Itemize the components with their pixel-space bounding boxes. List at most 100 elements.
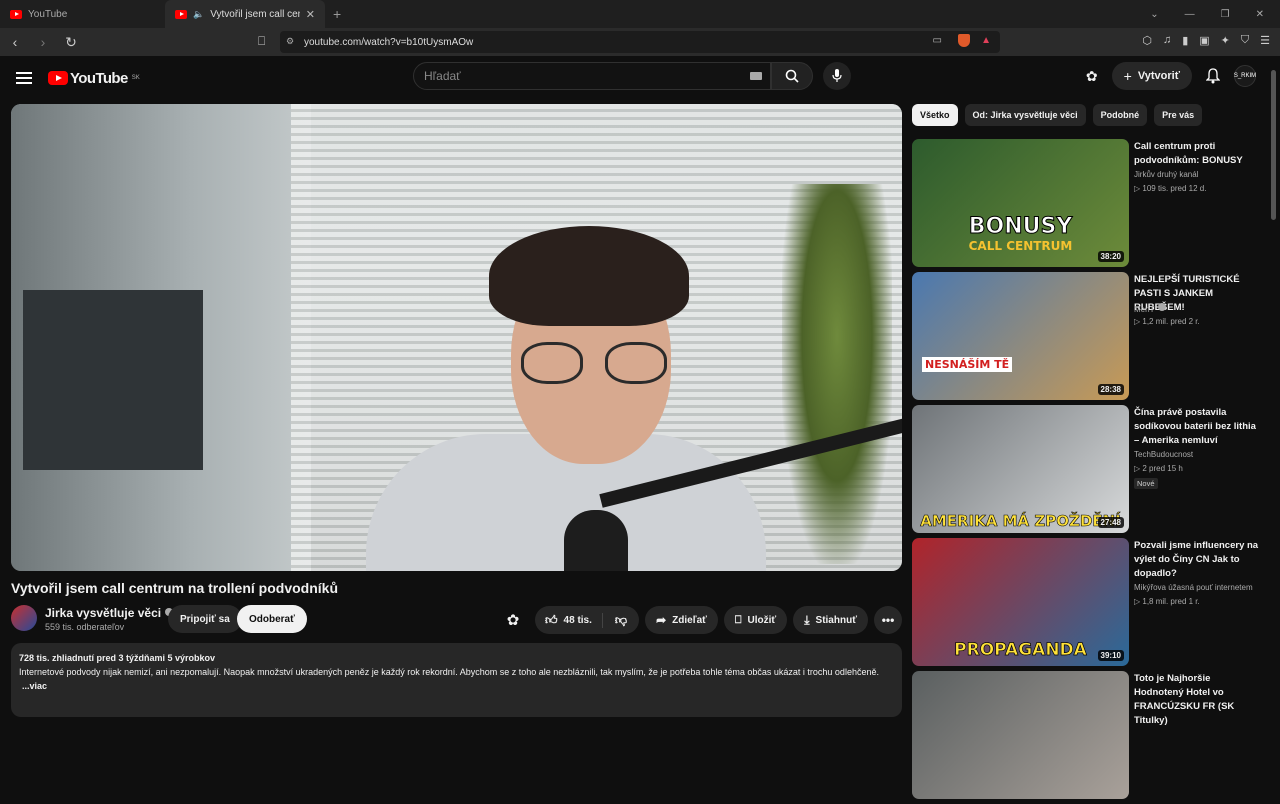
video-thumbnail[interactable]: AMERIKA MÁ ZPOŽDĚNÍ 27:48 [912, 405, 1129, 533]
youtube-header: YouTube SK Hľadať ✿ + Vytvoriť S_RKIM [0, 56, 1280, 100]
avatar-text: S_RKIM [1233, 73, 1257, 79]
recommended-video[interactable]: AMERIKA MÁ ZPOŽDĚNÍ 27:48 Čína právě pos… [912, 405, 1262, 538]
recommended-title[interactable]: Call centrum proti podvodníkům: BONUSY [1134, 140, 1260, 168]
show-more-link[interactable]: ...viac [19, 679, 894, 693]
voice-search-button[interactable] [823, 62, 851, 90]
keyboard-icon[interactable] [750, 72, 762, 80]
chip-all[interactable]: Všetko [912, 104, 958, 126]
channel-row: Jirka vysvětluje věci 559 tis. odberateľ… [11, 604, 902, 636]
address-bar[interactable]: ⚙ youtube.com/watch?v=b10tUysmAOw ▭ ▲ [280, 31, 1000, 53]
recommended-video[interactable]: Toto je Najhoršie Hodnotený Hotel vo FRA… [912, 671, 1262, 804]
header-right: ✿ + Vytvoriť S_RKIM [1086, 62, 1256, 90]
ask-sparkle-button[interactable]: ✿ [501, 606, 525, 634]
recommended-title[interactable]: Pozvali jsme influencery na výlet do Čín… [1134, 539, 1260, 581]
join-button[interactable]: Pripojiť sa [168, 605, 242, 633]
recommended-title[interactable]: Čína právě postavila sodíkovou baterii b… [1134, 406, 1260, 448]
extensions-icon[interactable]: ⬡ [1142, 34, 1152, 47]
search-button[interactable] [771, 62, 813, 90]
brave-shield-icon[interactable] [958, 34, 970, 47]
verified-icon [1158, 303, 1167, 311]
new-tab-icon[interactable]: + [333, 6, 341, 22]
gemini-sparkle-icon[interactable]: ✿ [1086, 68, 1098, 85]
rewards-icon[interactable]: ▲ [981, 35, 991, 46]
new-badge: Nové [1134, 478, 1158, 489]
microphone-icon [832, 69, 842, 82]
recommended-video[interactable]: PROPAGANDA 39:10 Pozvali jsme influencer… [912, 538, 1262, 671]
tab-list-icon[interactable]: ⌄ [1150, 9, 1158, 20]
tab-title: YouTube [28, 8, 68, 20]
recommendations-list: BONUSY CALL CENTRUM 38:20 Call centrum p… [912, 139, 1262, 804]
chip-for-you[interactable]: Pre vás [1154, 104, 1203, 126]
dislike-button[interactable]: 👎︎ [603, 613, 639, 628]
recommended-channel[interactable]: TechBudoucnost [1134, 450, 1193, 459]
channel-name[interactable]: Jirka vysvětluje věci [45, 606, 174, 620]
wallet-icon[interactable]: ▣ [1199, 34, 1209, 47]
subscribe-button[interactable]: Odoberať [237, 605, 307, 633]
bookmark-save-icon: ⎕ [734, 613, 742, 626]
browser-menu-icon[interactable]: ☰ [1260, 34, 1270, 47]
recommended-channel[interactable]: Jirkův druhý kanál [1134, 170, 1198, 179]
hamburger-menu-icon[interactable] [16, 72, 32, 84]
bookmark-icon[interactable]: ⎕ [258, 34, 265, 49]
recommended-video[interactable]: BONUSY CALL CENTRUM 38:20 Call centrum p… [912, 139, 1262, 272]
browser-tab-strip: YouTube 🔈 Vytvořil jsem call centrum na … [0, 0, 1280, 28]
channel-avatar[interactable] [11, 605, 37, 631]
description-text: Internetové podvody nijak nemizí, ani ne… [19, 667, 879, 677]
video-frame-tv [23, 290, 203, 470]
share-button[interactable]: ➦ Zdieľať [645, 606, 718, 634]
more-horizontal-icon: ••• [881, 613, 895, 627]
browser-tab-active[interactable]: 🔈 Vytvořil jsem call centrum na ✕ [165, 0, 325, 28]
recommended-meta: ▷ 1,2 mil. pred 2 r. [1134, 317, 1200, 326]
related-filter-chips: Všetko Od: Jirka vysvětluje věci Podobné… [912, 104, 1203, 126]
window-controls: ⌄ — ❐ ✕ [1150, 0, 1264, 28]
notifications-bell-icon[interactable] [1206, 68, 1220, 84]
view-count-date: 728 tis. zhliadnutí pred 3 týždňami 5 vý… [19, 653, 216, 663]
account-avatar[interactable]: S_RKIM [1234, 65, 1256, 87]
description-box[interactable]: 728 tis. zhliadnutí pred 3 týždňami 5 vý… [11, 643, 902, 717]
recommended-channel[interactable]: MenT [1134, 303, 1167, 314]
reload-icon[interactable]: ↻ [64, 35, 78, 49]
close-tab-icon[interactable]: ✕ [306, 8, 315, 21]
search-input[interactable]: Hľadať [413, 62, 771, 90]
recommended-meta: ▷ 109 tis. pred 12 d. [1134, 184, 1207, 193]
create-button[interactable]: + Vytvoriť [1111, 62, 1192, 90]
video-thumbnail[interactable]: BONUSY CALL CENTRUM 38:20 [912, 139, 1129, 267]
page-scrollbar[interactable] [1271, 70, 1276, 220]
video-duration: 27:48 [1097, 517, 1124, 528]
thumbs-up-icon: 👍︎ [545, 612, 558, 627]
recommended-channel[interactable]: Mikýřova úžasná pouť internetem [1134, 583, 1253, 592]
search-placeholder: Hľadať [424, 69, 461, 83]
more-actions-button[interactable]: ••• [874, 606, 902, 634]
sidebar-icon[interactable]: ▮ [1182, 34, 1188, 47]
minimize-icon[interactable]: — [1185, 9, 1195, 20]
leo-icon[interactable]: ✦ [1221, 34, 1230, 47]
browser-tab-youtube[interactable]: YouTube [0, 0, 165, 28]
youtube-favicon-icon [10, 9, 22, 19]
video-thumbnail[interactable]: PROPAGANDA 39:10 [912, 538, 1129, 666]
extensions-area: ⬡ ♫ ▮ ▣ ✦ ⛉ ☰ [1142, 34, 1270, 47]
back-icon[interactable]: ‹ [8, 35, 22, 49]
video-title: Vytvořil jsem call centrum na trollení p… [11, 580, 338, 596]
maximize-icon[interactable]: ❐ [1221, 9, 1230, 20]
sparkle-icon: ✿ [506, 612, 520, 629]
like-button[interactable]: 👍︎ 48 tis. [535, 612, 603, 628]
site-info-icon[interactable]: ⚙ [286, 36, 294, 47]
music-icon[interactable]: ♫ [1163, 34, 1171, 47]
chip-related[interactable]: Podobné [1092, 104, 1148, 126]
recommended-video[interactable]: NESNÁŠÍM TĚ 28:38 NEJLEPŠÍ TURISTICKÉ PA… [912, 272, 1262, 405]
cast-icon[interactable]: ▭ [933, 35, 942, 46]
vpn-icon[interactable]: ⛉ [1241, 34, 1249, 47]
youtube-play-icon [48, 71, 68, 85]
video-thumbnail[interactable] [912, 671, 1129, 799]
forward-icon[interactable]: › [36, 35, 50, 49]
youtube-logo[interactable]: YouTube SK [48, 70, 140, 87]
chip-from-channel[interactable]: Od: Jirka vysvětluje věci [964, 104, 1086, 126]
save-button[interactable]: ⎕ Uložiť [723, 606, 788, 634]
region-code: SK [131, 75, 140, 81]
download-button[interactable]: ⤓ Stiahnuť [793, 606, 868, 634]
share-label: Zdieľať [672, 614, 707, 626]
video-actions: ✿ 👍︎ 48 tis. 👎︎ ➦ Zdieľať ⎕ Uložiť ⤓ Sti… [501, 606, 902, 634]
video-thumbnail[interactable]: NESNÁŠÍM TĚ 28:38 [912, 272, 1129, 400]
video-player[interactable] [11, 104, 902, 571]
close-window-icon[interactable]: ✕ [1256, 9, 1264, 20]
